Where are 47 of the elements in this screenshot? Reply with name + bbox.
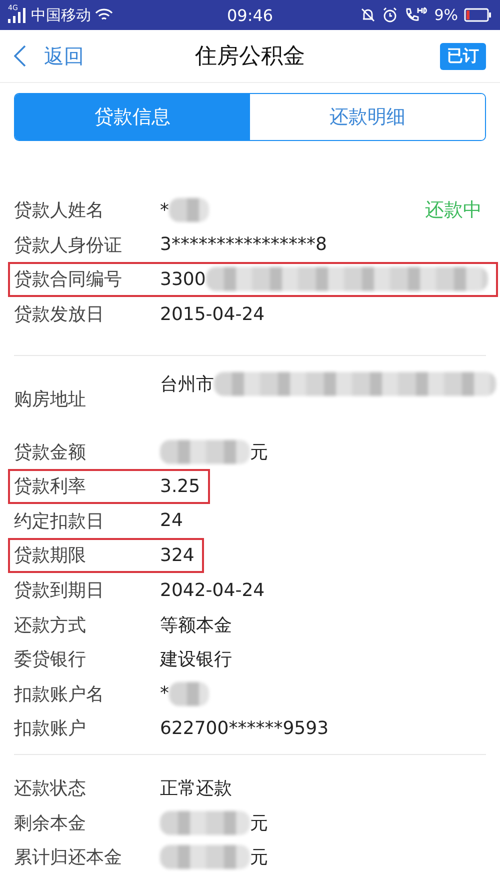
subscribed-button[interactable]: 已订 (440, 42, 486, 70)
field-value: 2015-04-24 (160, 304, 265, 325)
field-label: 累计归还本金 (14, 846, 123, 870)
chevron-left-icon (14, 45, 26, 67)
field-label: 扣款账户 (14, 717, 87, 740)
muted-bell-icon (360, 7, 376, 23)
page-title: 住房公积金 (195, 43, 305, 71)
field-label: 购房地址 (14, 388, 87, 412)
hd-call-icon (404, 7, 428, 23)
field-label: 还款状态 (14, 777, 87, 800)
field-value: * (160, 683, 169, 704)
unit-label: 元 (250, 812, 268, 835)
status-label: 还款中 (425, 198, 482, 224)
field-label: 委贷银行 (14, 648, 87, 672)
back-button[interactable]: 返回 (14, 42, 84, 70)
battery-percent: 9% (434, 6, 458, 24)
field-value: 正常还款 (160, 777, 232, 800)
field-label: 贷款金额 (14, 440, 87, 464)
field-value: 台州市 (160, 373, 214, 396)
field-value: 622700******9593 (160, 718, 329, 739)
field-label: 约定扣款日 (14, 510, 105, 533)
tab[interactable]: 贷款信息 (15, 94, 250, 140)
field-label: 贷款合同编号 (14, 268, 123, 292)
alarm-icon (382, 7, 398, 23)
field-value: 建设银行 (160, 648, 232, 672)
field-value: 3300 (160, 268, 206, 290)
field-value: * (160, 200, 169, 221)
field-value: 324 (160, 544, 194, 566)
clock: 09:46 (226, 6, 274, 24)
field-label: 贷款到期日 (14, 579, 105, 602)
field-label: 贷款发放日 (14, 303, 105, 326)
field-label: 剩余本金 (14, 812, 87, 835)
unit-label: 元 (250, 440, 268, 464)
battery-icon (464, 8, 492, 22)
unit-label: 元 (250, 846, 268, 870)
field-value: 等额本金 (160, 614, 232, 637)
field-value: 3****************8 (160, 234, 327, 256)
field-label: 贷款期限 (14, 544, 87, 568)
field-value: 24 (160, 510, 183, 532)
carrier-label: 中国移动 (31, 6, 91, 24)
field-label: 还款方式 (14, 614, 87, 637)
field-value: 3.25 (160, 476, 200, 497)
field-label: 扣款账户名 (14, 682, 105, 706)
field-label: 贷款利率 (14, 475, 87, 498)
field-label: 贷款人姓名 (14, 199, 105, 222)
field-value: 2042-04-24 (160, 580, 265, 601)
field-label: 贷款人身份证 (14, 234, 123, 257)
